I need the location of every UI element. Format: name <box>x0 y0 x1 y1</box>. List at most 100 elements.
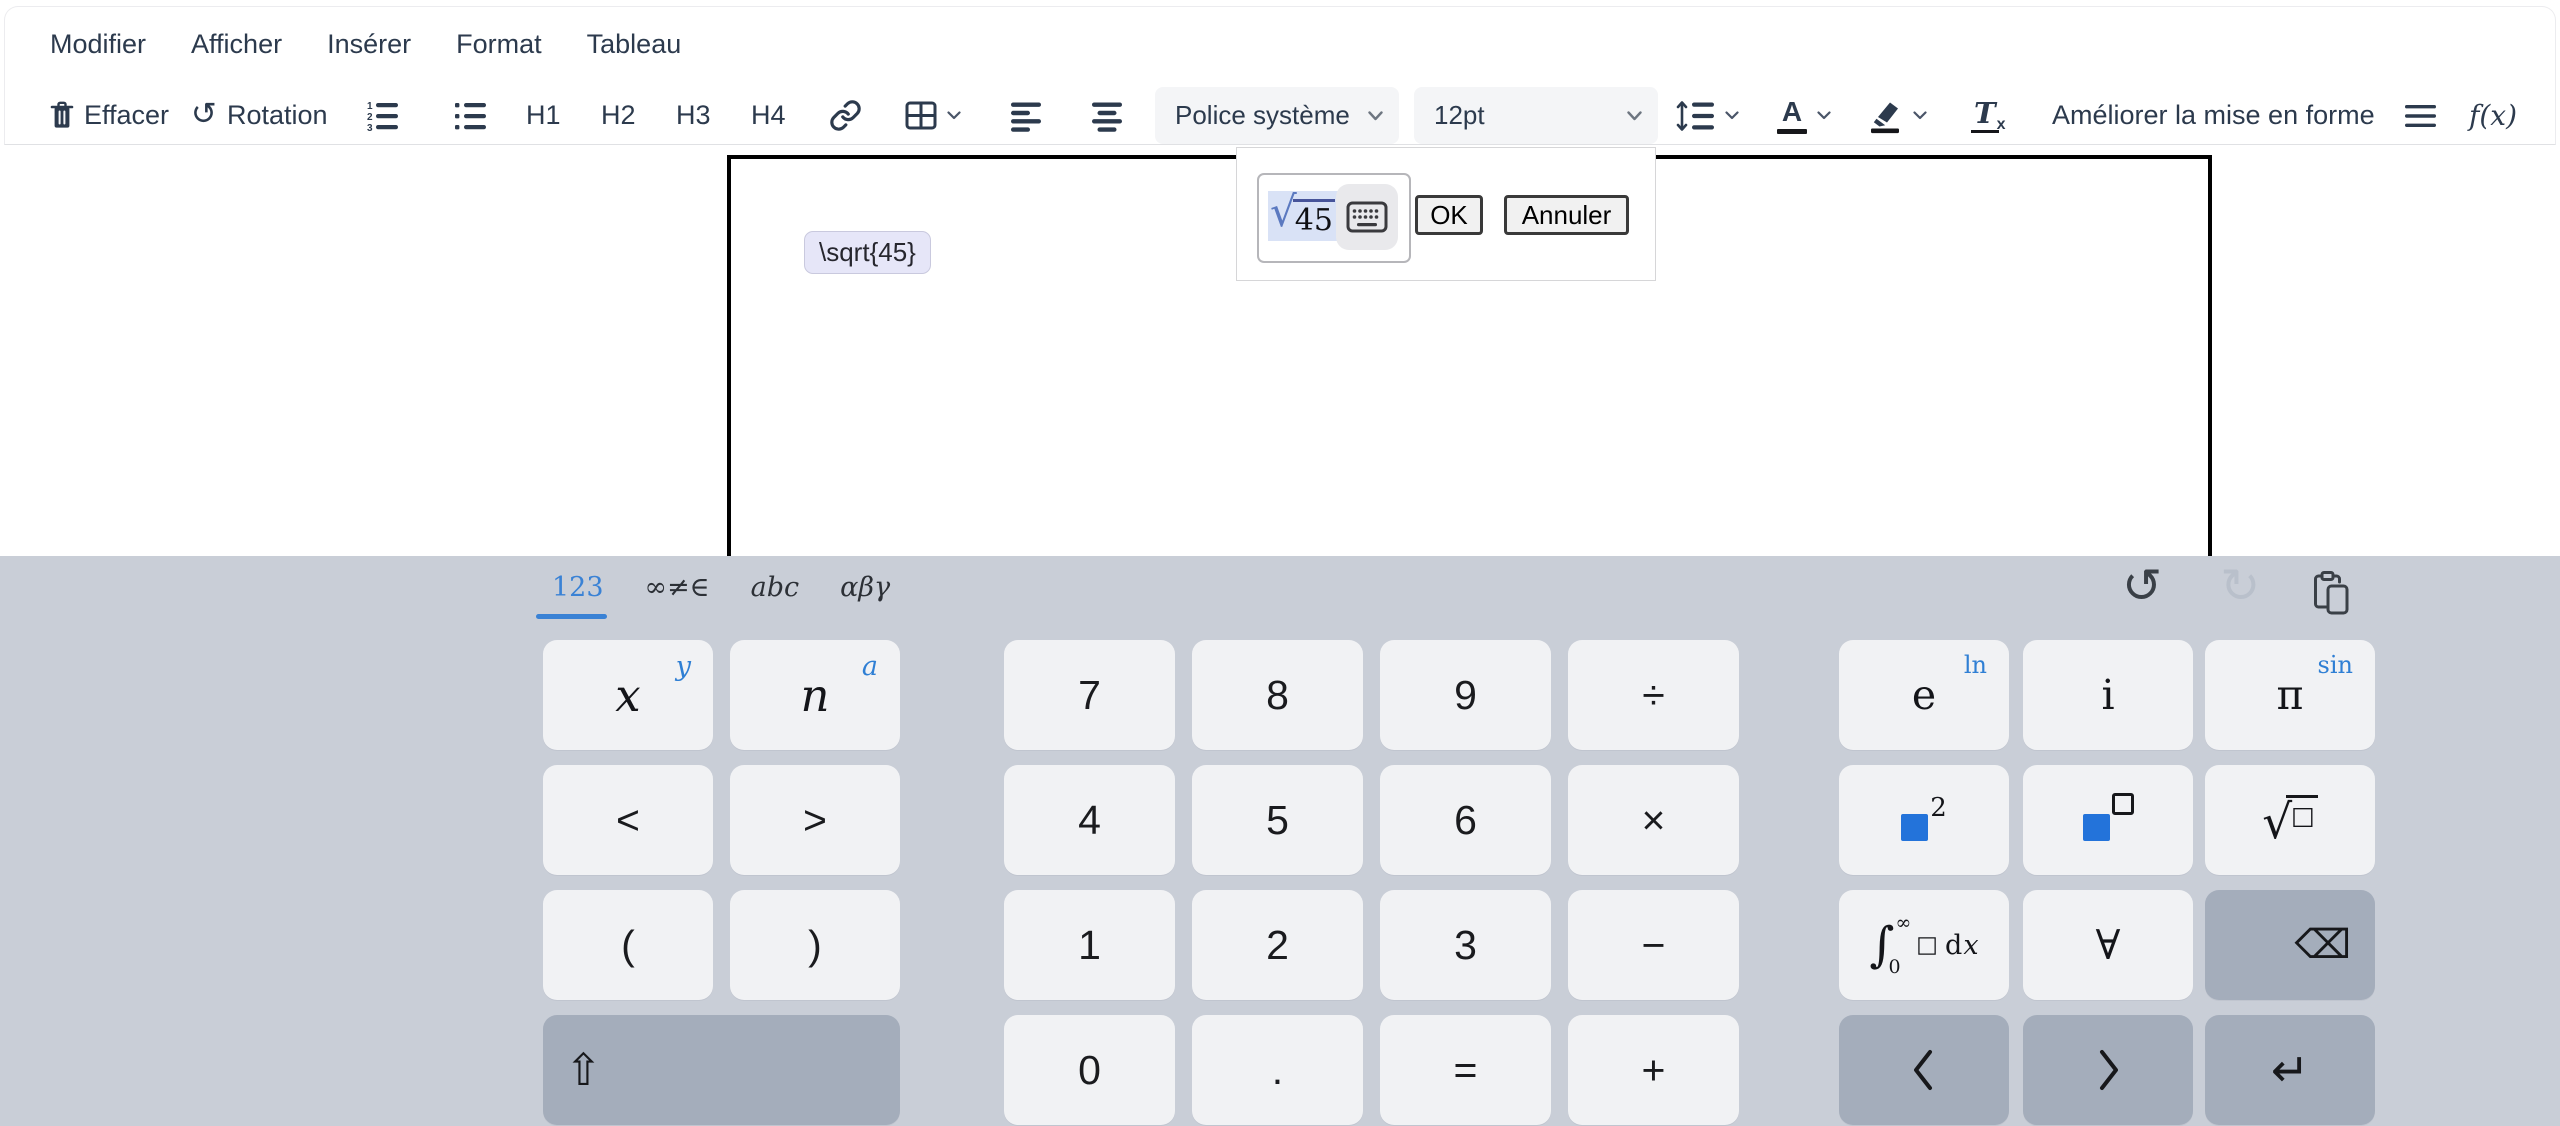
ordered-list-button[interactable]: 1 2 3 <box>365 87 398 144</box>
chevron-left-icon <box>1907 1047 1941 1093</box>
bullet-list-icon <box>453 99 486 133</box>
align-left-button[interactable] <box>1010 87 1042 144</box>
key-i[interactable]: i <box>2023 640 2193 750</box>
key-nth-power[interactable] <box>2023 765 2193 875</box>
clear-formatting-button[interactable]: T x <box>1971 87 2006 144</box>
table-icon <box>905 101 937 131</box>
line-height-button[interactable] <box>1676 87 1739 144</box>
bullet-list-button[interactable] <box>453 87 486 144</box>
menu-inserer[interactable]: Insérer <box>327 29 411 60</box>
keyboard-tabs: 123 ∞≠∈ abcαβγ <box>552 572 890 619</box>
clear-button[interactable]: Effacer <box>50 87 169 144</box>
key-greater-than[interactable]: > <box>730 765 900 875</box>
key-decimal[interactable]: . <box>1192 1015 1363 1125</box>
key-sqrt[interactable]: √□ <box>2205 765 2375 875</box>
key-plus[interactable]: + <box>1568 1015 1739 1125</box>
link-icon <box>829 99 862 132</box>
tab-greek[interactable]: αβγ <box>840 572 890 619</box>
highlight-color-button[interactable] <box>1867 87 1927 144</box>
hamburger-icon <box>2405 105 2436 127</box>
heading1-label: H1 <box>526 100 561 131</box>
key-9[interactable]: 9 <box>1380 640 1551 750</box>
math-keyboard-panel: 123∞≠∈abcαβγ ↺ ↻ xyna<>()⇧789÷456×123−0.… <box>0 556 2560 1126</box>
align-center-icon <box>1091 100 1123 132</box>
key-open-paren[interactable]: ( <box>543 890 713 1000</box>
tab-numeric[interactable]: 123 <box>552 572 604 619</box>
font-family-select[interactable]: Police système <box>1155 87 1399 144</box>
heading2-button[interactable]: H2 <box>601 87 636 144</box>
svg-text:3: 3 <box>367 123 373 133</box>
improve-formatting-button[interactable]: Améliorer la mise en forme <box>2052 87 2375 144</box>
key-0[interactable]: 0 <box>1004 1015 1175 1125</box>
key-backspace[interactable]: ⌫ <box>2205 890 2375 1000</box>
paste-button[interactable] <box>2312 570 2350 616</box>
key-equals[interactable]: = <box>1380 1015 1551 1125</box>
menu-afficher[interactable]: Afficher <box>191 29 282 60</box>
key-integral[interactable]: ∫∞0□dx <box>1839 890 2009 1000</box>
key-2[interactable]: 2 <box>1192 890 1363 1000</box>
text-color-button[interactable]: A <box>1777 87 1831 144</box>
key-squared[interactable]: 2 <box>1839 765 2009 875</box>
menu-modifier[interactable]: Modifier <box>50 29 146 60</box>
key-x-pow-y[interactable]: xy <box>543 640 713 750</box>
formula-button[interactable]: f(x) <box>2469 87 2517 144</box>
heading3-label: H3 <box>676 100 711 131</box>
keyboard-icon <box>1346 201 1388 233</box>
improve-formatting-label: Améliorer la mise en forme <box>2052 100 2375 131</box>
key-enter[interactable]: ↵ <box>2205 1015 2375 1125</box>
table-button[interactable] <box>905 87 961 144</box>
heading4-label: H4 <box>751 100 786 131</box>
key-less-than[interactable]: < <box>543 765 713 875</box>
key-6[interactable]: 6 <box>1380 765 1551 875</box>
key-arrow-left[interactable] <box>1839 1015 2009 1125</box>
key-4[interactable]: 4 <box>1004 765 1175 875</box>
key-e-ln[interactable]: eln <box>1839 640 2009 750</box>
heading3-button[interactable]: H3 <box>676 87 711 144</box>
virtual-keyboard-button[interactable] <box>1336 184 1398 250</box>
sqrt-radicand: 45 <box>1293 199 1335 238</box>
chevron-down-icon <box>1913 111 1927 120</box>
formula-popup: √ 45 OK Annuler <box>1236 147 1656 281</box>
tab-letters[interactable]: abc <box>751 572 800 619</box>
clear-formatting-icon: T <box>1971 98 1999 134</box>
ok-button[interactable]: OK <box>1415 195 1483 235</box>
tab-symbols[interactable]: ∞≠∈ <box>645 572 710 619</box>
key-minus[interactable]: − <box>1568 890 1739 1000</box>
key-n-pow-a[interactable]: na <box>730 640 900 750</box>
rotation-label: Rotation <box>227 100 328 131</box>
clear-label: Effacer <box>84 100 169 131</box>
heading2-label: H2 <box>601 100 636 131</box>
text-color-icon: A <box>1777 98 1807 134</box>
link-button[interactable] <box>829 87 862 144</box>
latex-formula-chip[interactable]: \sqrt{45} <box>804 231 931 274</box>
key-shift[interactable]: ⇧ <box>543 1015 900 1125</box>
key-multiply[interactable]: × <box>1568 765 1739 875</box>
chevron-right-icon <box>2091 1047 2125 1093</box>
editor-toolbar: Modifier Afficher Insérer Format Tableau… <box>4 6 2556 145</box>
key-8[interactable]: 8 <box>1192 640 1363 750</box>
key-1[interactable]: 1 <box>1004 890 1175 1000</box>
align-center-button[interactable] <box>1091 87 1123 144</box>
heading1-button[interactable]: H1 <box>526 87 561 144</box>
undo-icon[interactable]: ↺ <box>2122 562 2162 610</box>
paste-icon <box>2312 570 2350 616</box>
font-size-select[interactable]: 12pt <box>1414 87 1658 144</box>
key-forall[interactable]: ∀ <box>2023 890 2193 1000</box>
rotation-button[interactable]: ↺ Rotation <box>191 87 328 144</box>
menu-format[interactable]: Format <box>456 29 542 60</box>
menu-toggle-button[interactable] <box>2405 87 2436 144</box>
heading4-button[interactable]: H4 <box>751 87 786 144</box>
key-close-paren[interactable]: ) <box>730 890 900 1000</box>
menu-tableau[interactable]: Tableau <box>587 29 682 60</box>
chevron-down-icon <box>1725 111 1739 120</box>
formula-math-field[interactable]: √ 45 <box>1268 191 1339 241</box>
key-divide[interactable]: ÷ <box>1568 640 1739 750</box>
key-3[interactable]: 3 <box>1380 890 1551 1000</box>
key-arrow-right[interactable] <box>2023 1015 2193 1125</box>
formula-input-panel: √ 45 <box>1257 173 1411 263</box>
key-5[interactable]: 5 <box>1192 765 1363 875</box>
key-7[interactable]: 7 <box>1004 640 1175 750</box>
cancel-button[interactable]: Annuler <box>1504 195 1629 235</box>
key-pi-sin[interactable]: πsin <box>2205 640 2375 750</box>
chevron-down-icon <box>1627 111 1642 121</box>
